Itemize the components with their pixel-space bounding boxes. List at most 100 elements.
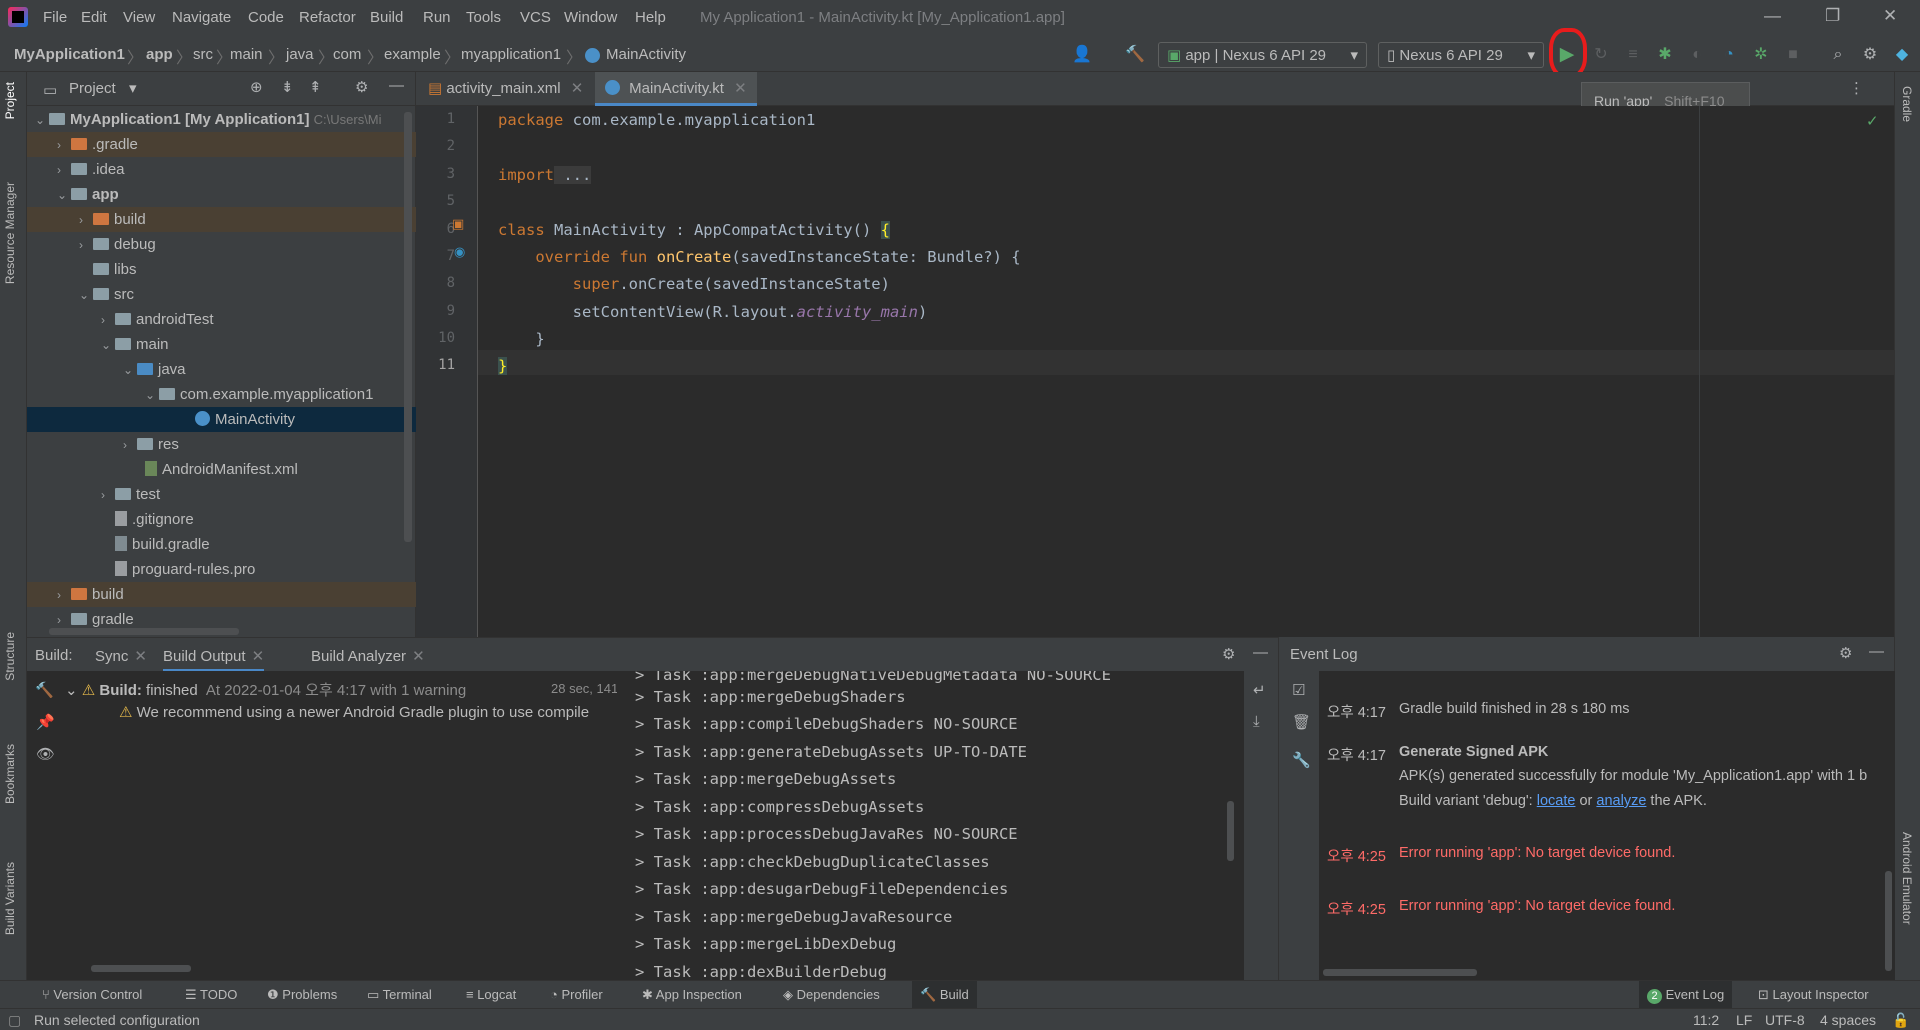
close-tab-icon[interactable]: ✕: [571, 80, 584, 97]
status-toggle-icon[interactable]: ▢: [8, 1012, 21, 1029]
tab-build-output[interactable]: Build Output ✕: [163, 638, 265, 672]
horizontal-scrollbar[interactable]: [91, 965, 191, 972]
attach-debugger-icon[interactable]: ✲: [1752, 46, 1770, 64]
tree-item[interactable]: › .idea: [27, 157, 416, 182]
project-view-select[interactable]: Project: [69, 80, 116, 97]
menu-file[interactable]: File: [43, 9, 67, 26]
breadcrumb-package[interactable]: myapplication1: [461, 46, 561, 63]
tool-tab-bookmarks[interactable]: Bookmarks: [3, 744, 17, 804]
breadcrumb-example[interactable]: example: [384, 46, 441, 63]
tree-item[interactable]: ⌄ com.example.myapplication1: [27, 382, 416, 407]
close-tab-icon[interactable]: ✕: [252, 648, 265, 665]
build-hammer-icon[interactable]: 🔨: [35, 681, 54, 699]
tool-todo[interactable]: ☰ TODO: [185, 987, 237, 1003]
menu-view[interactable]: View: [123, 9, 155, 26]
tab-sync[interactable]: Sync ✕: [95, 647, 147, 665]
tool-terminal[interactable]: ▭ Terminal: [367, 987, 432, 1003]
breadcrumb-src[interactable]: src: [193, 46, 213, 63]
tree-item[interactable]: › res: [27, 432, 416, 457]
menu-refactor[interactable]: Refactor: [299, 9, 356, 26]
tree-item[interactable]: › build: [27, 207, 416, 232]
tool-dependencies[interactable]: ◈ Dependencies: [783, 987, 880, 1003]
tree-item-selected[interactable]: MainActivity: [27, 407, 416, 432]
tool-version-control[interactable]: ⑂ Version Control: [42, 987, 142, 1002]
run-gutter-icon[interactable]: ▣: [452, 216, 464, 232]
code-editor[interactable]: 1 2 3 5 6 7 8 9 10 11 ▣ ◉ package com.ex…: [416, 106, 1894, 637]
menu-build[interactable]: Build: [370, 9, 403, 26]
tool-layout-inspector[interactable]: ⊡ Layout Inspector: [1758, 987, 1869, 1003]
tree-item[interactable]: libs: [27, 257, 416, 282]
more-options-icon[interactable]: ⋮: [1849, 79, 1864, 97]
menu-run[interactable]: Run: [423, 9, 451, 26]
tool-tab-build-variants[interactable]: Build Variants: [3, 862, 17, 935]
horizontal-scrollbar[interactable]: [1323, 969, 1477, 976]
mark-all-read-icon[interactable]: ☑: [1292, 681, 1305, 699]
tree-item[interactable]: ⌄ app: [27, 182, 416, 207]
caret-position[interactable]: 11:2: [1693, 1012, 1719, 1028]
eye-icon[interactable]: 👁: [36, 745, 55, 763]
tree-item[interactable]: AndroidManifest.xml: [27, 457, 416, 482]
pin-icon[interactable]: 📌: [36, 713, 55, 731]
tree-item[interactable]: .gitignore: [27, 507, 416, 532]
tool-build[interactable]: 🔨 Build: [912, 981, 977, 1009]
debug-icon[interactable]: ✱: [1656, 46, 1674, 64]
tree-item[interactable]: build.gradle: [27, 532, 416, 557]
breadcrumb-file[interactable]: MainActivity: [606, 46, 686, 63]
build-hammer-icon[interactable]: 🔨: [1125, 46, 1145, 64]
folded-imports[interactable]: ...: [554, 166, 592, 184]
collapse-all-icon[interactable]: ⇞: [309, 78, 322, 96]
search-icon[interactable]: ⌕: [1829, 46, 1847, 64]
gear-icon[interactable]: ⚙: [1839, 644, 1852, 662]
vertical-scrollbar[interactable]: [404, 112, 412, 542]
analyze-link[interactable]: analyze: [1596, 793, 1646, 809]
locate-link[interactable]: locate: [1537, 793, 1576, 809]
hide-panel-icon[interactable]: —: [389, 77, 404, 94]
tool-tab-resource-manager[interactable]: Resource Manager: [3, 182, 17, 284]
chevron-down-icon[interactable]: ▾: [129, 79, 137, 97]
breadcrumb-main[interactable]: main: [230, 46, 263, 63]
breadcrumb-project[interactable]: MyApplication1: [14, 46, 125, 63]
tree-item[interactable]: ⌄ java: [27, 357, 416, 382]
tool-logcat[interactable]: ≡ Logcat: [466, 987, 516, 1002]
scroll-to-end-icon[interactable]: ⤓: [1253, 713, 1260, 730]
close-tab-icon[interactable]: ✕: [134, 648, 147, 665]
breadcrumb-com[interactable]: com: [333, 46, 361, 63]
tree-item[interactable]: › .gradle: [27, 132, 416, 157]
tab-activity-main[interactable]: ▤ activity_main.xml ✕: [418, 72, 593, 106]
tool-problems[interactable]: ❶ Problems: [267, 987, 337, 1003]
device-select[interactable]: ▯ Nexus 6 API 29 ▾: [1378, 42, 1544, 68]
breadcrumb-app[interactable]: app: [146, 46, 173, 63]
breadcrumb-java[interactable]: java: [286, 46, 314, 63]
tool-tab-structure[interactable]: Structure: [3, 632, 17, 681]
menu-help[interactable]: Help: [635, 9, 666, 26]
menu-vcs[interactable]: VCS: [520, 9, 551, 26]
no-problems-check-icon[interactable]: ✓: [1866, 112, 1879, 130]
build-warning-row[interactable]: ⚠ We recommend using a newer Android Gra…: [119, 703, 589, 721]
tool-tab-android-emulator[interactable]: Android Emulator: [1900, 832, 1914, 925]
hide-panel-icon[interactable]: —: [1869, 643, 1884, 660]
tool-tab-project[interactable]: Project: [3, 82, 17, 119]
menu-window[interactable]: Window: [564, 9, 617, 26]
close-tab-icon[interactable]: ✕: [412, 648, 425, 665]
lock-icon[interactable]: 🔓: [1892, 1012, 1909, 1029]
build-status-row[interactable]: ⌄ ⚠ Build: finished At 2022-01-04 오후 4:1…: [65, 679, 466, 700]
line-separator[interactable]: LF: [1736, 1012, 1752, 1028]
file-encoding[interactable]: UTF-8: [1765, 1012, 1805, 1028]
run-configuration-select[interactable]: ▣ app | Nexus 6 API 29 ▾: [1158, 42, 1367, 68]
tree-item[interactable]: › debug: [27, 232, 416, 257]
override-gutter-icon[interactable]: ◉: [454, 244, 465, 260]
tree-root[interactable]: ⌄ MyApplication1 [My Application1] C:\Use…: [27, 107, 416, 132]
user-icon[interactable]: 👤: [1072, 46, 1092, 64]
apply-code-changes-icon[interactable]: ≡: [1624, 46, 1642, 64]
menu-code[interactable]: Code: [248, 9, 284, 26]
close-icon[interactable]: ✕: [1883, 6, 1897, 26]
tree-item[interactable]: › build: [27, 582, 416, 607]
tool-tab-gradle[interactable]: Gradle: [1900, 86, 1914, 122]
trash-icon[interactable]: 🗑: [1292, 713, 1311, 731]
gear-icon[interactable]: ⚙: [355, 78, 368, 96]
close-tab-icon[interactable]: ✕: [734, 80, 747, 97]
tree-item[interactable]: ⌄ src: [27, 282, 416, 307]
apply-changes-icon[interactable]: ↻: [1592, 46, 1610, 64]
menu-navigate[interactable]: Navigate: [172, 9, 231, 26]
tree-item[interactable]: proguard-rules.pro: [27, 557, 416, 582]
